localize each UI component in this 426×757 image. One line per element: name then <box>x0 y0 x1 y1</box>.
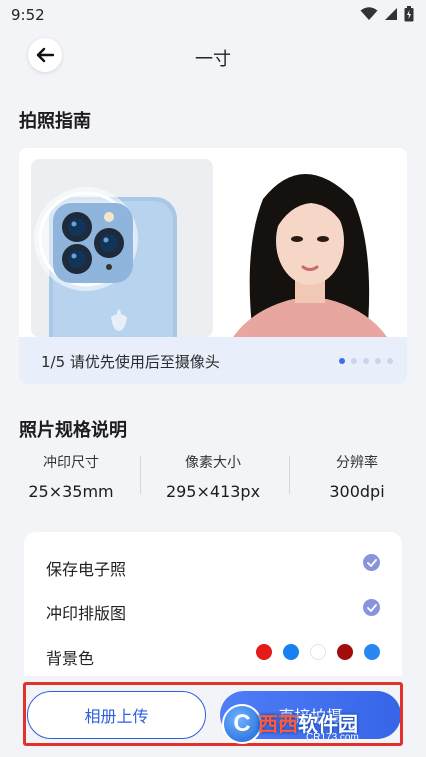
save-electronic-label: 保存电子照 <box>46 560 127 579</box>
status-bar: 9:52 <box>0 0 426 32</box>
spec-pixel-size: 像素大小 295×413px <box>142 452 284 501</box>
color-swatch[interactable] <box>256 644 272 660</box>
color-swatch[interactable] <box>337 644 353 660</box>
status-time: 9:52 <box>11 6 45 24</box>
color-swatch[interactable] <box>310 644 326 660</box>
guide-section-title: 拍照指南 <box>19 111 91 132</box>
status-icons <box>360 6 414 22</box>
watermark-url: CR173.com <box>306 732 359 743</box>
spec-resolution: 分辨率 300dpi <box>286 452 426 501</box>
watermark-text-red: 西西 <box>258 712 298 736</box>
guide-carousel[interactable]: 1/5 请优先使用后至摄像头 <box>19 148 407 384</box>
spec-label: 像素大小 <box>185 455 241 471</box>
print-layout-label: 冲印排版图 <box>46 604 127 623</box>
carousel-dot[interactable] <box>351 358 357 364</box>
battery-icon <box>404 6 414 22</box>
check-icon <box>366 603 377 612</box>
guide-caption-bar: 1/5 请优先使用后至摄像头 <box>19 337 407 384</box>
options-card: 保存电子照 冲印排版图 背景色 <box>24 532 402 692</box>
check-icon <box>366 558 377 567</box>
carousel-dot[interactable] <box>375 358 381 364</box>
spec-value: 300dpi <box>329 482 385 501</box>
background-color-swatches <box>256 644 380 660</box>
wifi-icon <box>360 7 378 20</box>
divider <box>140 456 141 494</box>
specs-section-title: 照片规格说明 <box>19 420 127 441</box>
signal-icon <box>385 8 397 20</box>
background-color-label: 背景色 <box>46 649 95 668</box>
save-electronic-checkbox[interactable] <box>363 554 380 571</box>
spec-value: 295×413px <box>165 482 261 501</box>
spec-value: 25×35mm <box>28 482 114 501</box>
page-title: 一寸 <box>195 49 231 70</box>
watermark: C 西西软件园 CR173.com <box>222 700 404 746</box>
carousel-dot[interactable] <box>387 358 393 364</box>
phone-camera-illustration <box>31 159 213 337</box>
carousel-dot[interactable] <box>339 358 345 364</box>
sample-portrait-image <box>213 159 407 337</box>
watermark-logo-icon: C <box>222 704 262 744</box>
spec-print-size: 冲印尺寸 25×35mm <box>0 452 142 501</box>
spec-label: 冲印尺寸 <box>43 455 99 471</box>
carousel-indicator <box>339 358 393 364</box>
color-swatch[interactable] <box>364 644 380 660</box>
color-swatch[interactable] <box>283 644 299 660</box>
spec-row: 冲印尺寸 25×35mm 像素大小 295×413px 分辨率 300dpi <box>0 452 426 508</box>
spec-label: 分辨率 <box>336 455 378 471</box>
print-layout-checkbox[interactable] <box>363 599 380 616</box>
guide-caption: 1/5 请优先使用后至摄像头 <box>41 353 220 371</box>
carousel-dot[interactable] <box>363 358 369 364</box>
